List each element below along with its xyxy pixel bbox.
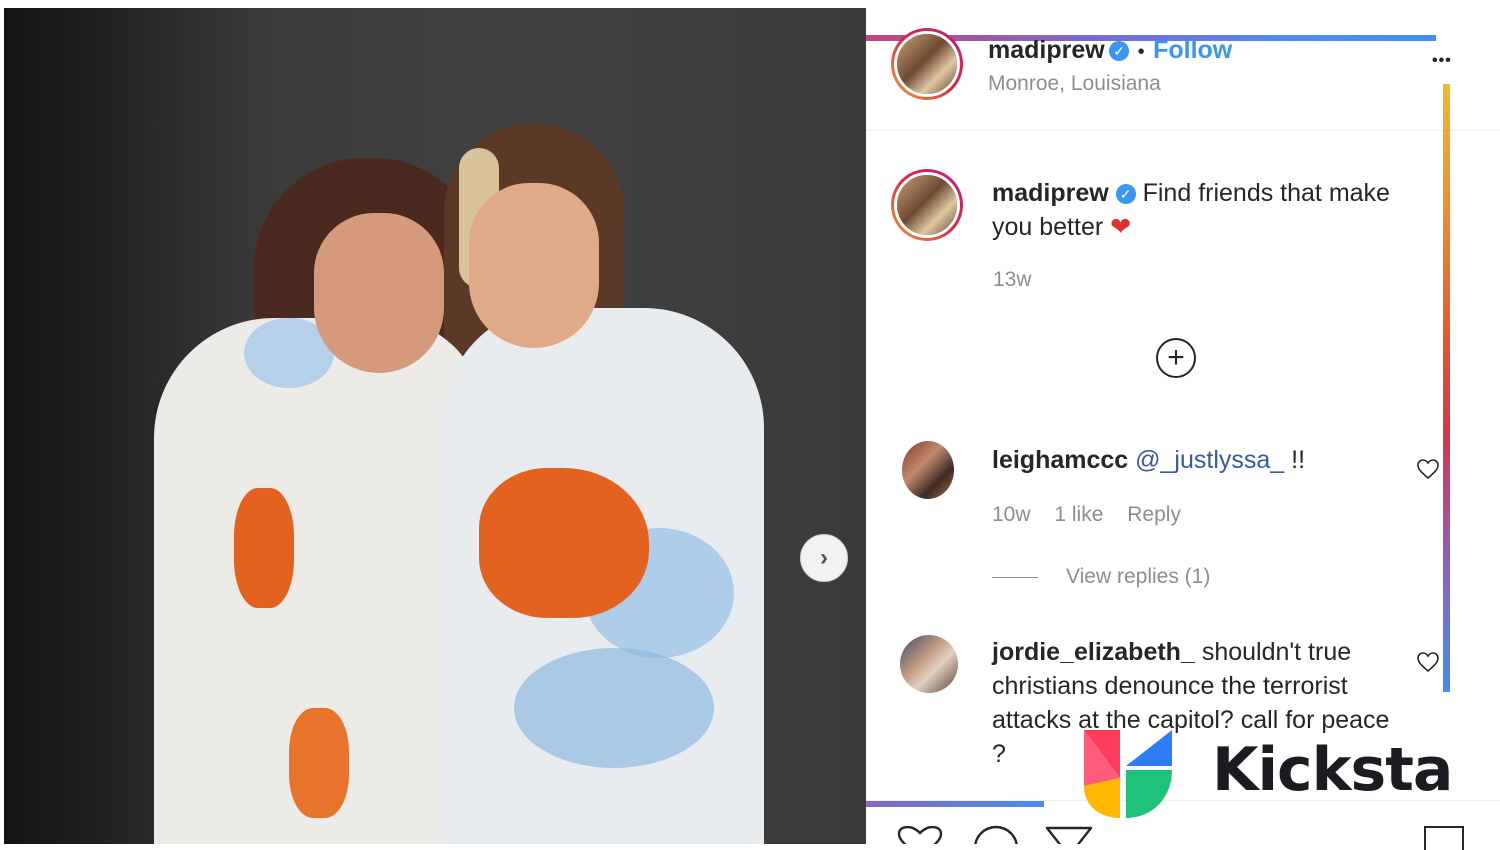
author-username[interactable]: madiprew [988,36,1105,64]
reply-button[interactable]: Reply [1127,503,1181,526]
commenter-avatar[interactable] [902,441,954,499]
photo-orange-print [234,488,294,608]
commenter-avatar[interactable] [900,635,958,693]
photo-face-left [314,213,444,373]
kicksta-wordmark: Kicksta [1212,735,1453,805]
header-separator: • [1137,41,1145,63]
next-photo-button[interactable]: › [800,534,848,582]
plus-icon: + [1167,341,1185,374]
verified-badge-icon: ✓ [1115,184,1136,204]
load-more-comments-button[interactable]: + [1156,338,1196,378]
post-header: madiprew ✓ • Follow [988,36,1232,65]
chevron-right-icon: › [820,544,828,571]
author-avatar[interactable] [891,28,963,100]
caption-avatar[interactable] [891,169,963,241]
caption-username[interactable]: madiprew [992,179,1109,207]
replies-line [992,577,1038,578]
kicksta-logo-icon [1084,730,1172,818]
post-location[interactable]: Monroe, Louisiana [988,72,1161,96]
heart-emoji-icon: ❤ [1110,213,1132,241]
verified-badge-icon: ✓ [1109,41,1130,61]
save-bookmark-icon[interactable] [1424,826,1464,850]
header-divider [866,130,1500,131]
like-comment-heart-icon[interactable] [1416,651,1440,673]
view-replies-button[interactable]: View replies (1) [1066,565,1210,589]
comment-username[interactable]: jordie_elizabeth_ [992,638,1195,666]
frame-right-line [1443,84,1450,692]
caption: madiprew ✓ Find friends that make you be… [992,176,1422,244]
comment: leighamccc @_justlyssa_ !! [992,443,1305,477]
share-paper-plane-icon[interactable] [1044,826,1094,844]
comment-likes[interactable]: 1 like [1054,503,1103,526]
caption-time[interactable]: 13w [993,268,1032,292]
comment-username[interactable]: leighamccc [992,446,1128,474]
post-photo [4,8,866,844]
photo-tie-dye [514,648,714,768]
like-comment-heart-icon[interactable] [1416,458,1440,480]
like-heart-icon[interactable] [896,826,944,844]
more-options-icon[interactable]: ••• [1432,52,1452,70]
comment-mention[interactable]: @_justlyssa_ [1135,446,1284,474]
photo-orange-print [479,468,649,618]
comment-meta: 10w 1 like Reply [992,503,1181,527]
photo-face-right [469,183,599,348]
follow-button[interactable]: Follow [1153,36,1232,64]
comment-time[interactable]: 10w [992,503,1031,526]
photo-orange-print [289,708,349,818]
comment-bubble-icon[interactable] [972,824,1020,844]
comment-text: !! [1291,446,1306,474]
